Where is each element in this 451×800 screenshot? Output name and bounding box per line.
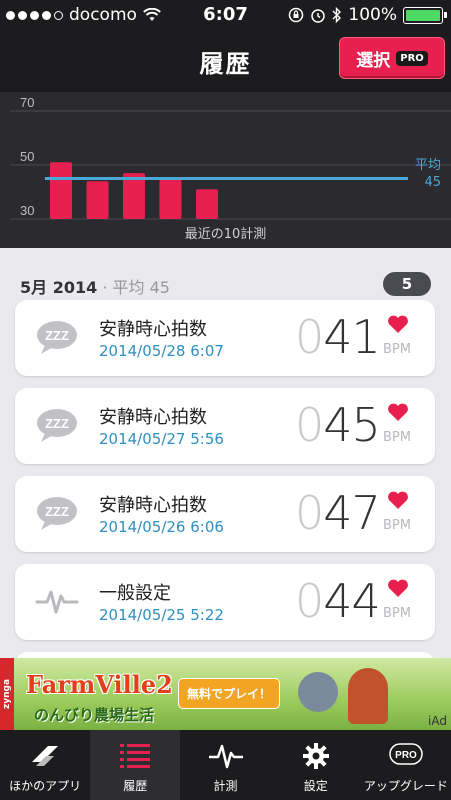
chart-bar xyxy=(86,181,109,219)
svg-text:ZZZ: ZZZ xyxy=(45,328,69,343)
chart-y-tick-label: 30 xyxy=(20,203,34,218)
ad-farmer-image xyxy=(348,668,388,724)
ad-cta-button[interactable]: 無料でプレイ！ xyxy=(178,678,281,709)
svg-text:PRO: PRO xyxy=(395,750,417,761)
bpm-leading-zero: 0 xyxy=(295,574,324,628)
tab-other-apps[interactable]: ほかのアプリ xyxy=(0,730,90,800)
svg-text:ZZZ: ZZZ xyxy=(45,416,69,431)
status-right-group: 100% xyxy=(288,5,447,25)
zzz-bubble-icon: ZZZ xyxy=(35,494,79,532)
iad-label: iAd xyxy=(428,714,447,728)
record-date: 2014/05/26 6:06 xyxy=(99,518,224,536)
gear-icon xyxy=(302,743,329,769)
status-bar: docomo 6:07 100% xyxy=(0,0,451,30)
bpm-unit: BPM xyxy=(383,518,411,533)
average-label: 平均 xyxy=(414,158,441,173)
history-record-card[interactable]: ZZZ 安静時心拍数 2014/05/28 6:07 041 BPM xyxy=(15,300,435,376)
ad-title: FarmVille2 xyxy=(26,670,173,699)
record-date: 2014/05/28 6:07 xyxy=(99,342,224,360)
alarm-icon xyxy=(311,9,326,23)
chart-x-label: 最近の10計測 xyxy=(184,227,267,242)
history-record-card[interactable]: ZZZ 安静時心拍数 2014/05/26 6:06 047 BPM xyxy=(15,476,435,552)
record-count-badge: 5 xyxy=(383,272,431,296)
tab-history[interactable]: 履歴 xyxy=(90,730,181,800)
heart-icon xyxy=(388,491,408,509)
battery-percent: 100% xyxy=(348,5,397,25)
section-separator: · xyxy=(97,278,113,297)
ad-subtitle: のんびり農場生活 xyxy=(34,706,155,724)
record-title: 安静時心拍数 xyxy=(99,407,207,428)
zzz-bubble-icon: ZZZ xyxy=(35,318,79,356)
record-bpm-value: 044 xyxy=(295,574,381,628)
ad-bird-image xyxy=(298,672,338,712)
bpm-unit: BPM xyxy=(383,430,411,445)
pulse-icon xyxy=(35,582,79,620)
pro-upgrade-icon: PRO xyxy=(389,743,423,765)
bpm-unit: BPM xyxy=(383,606,411,621)
heart-rate-chart: 70 50 30 最近の10計測 平均 45 xyxy=(0,92,451,248)
chart-bar xyxy=(159,178,182,219)
bpm-digits: 44 xyxy=(323,574,381,628)
select-button[interactable]: 選択 PRO xyxy=(339,37,445,79)
chart-y-tick-label: 70 xyxy=(20,95,34,110)
tab-label: 履歴 xyxy=(123,779,148,793)
measure-pulse-icon xyxy=(208,744,243,769)
select-button-label: 選択 xyxy=(356,50,391,71)
record-date: 2014/05/25 5:22 xyxy=(99,606,224,624)
tab-label: 設定 xyxy=(303,779,328,793)
tab-label: 計測 xyxy=(213,779,238,793)
heart-icon xyxy=(388,579,408,597)
bpm-digits: 45 xyxy=(323,398,381,452)
tab-label: アップグレード xyxy=(363,779,448,793)
bpm-unit: BPM xyxy=(383,342,411,357)
chart-y-tick-label: 50 xyxy=(20,149,34,164)
navigation-bar: 履歴 選択 PRO xyxy=(0,30,451,92)
zzz-bubble-icon: ZZZ xyxy=(35,406,79,444)
rotation-lock-icon xyxy=(289,7,304,23)
ad-banner[interactable]: zynga FarmVille2 のんびり農場生活 無料でプレイ！ iAd xyxy=(0,658,451,730)
history-record-card[interactable]: ZZZ 安静時心拍数 2014/05/27 5:56 045 BPM xyxy=(15,388,435,464)
section-title: 5月 2014 xyxy=(20,278,98,297)
chart-average-box: 平均 45 xyxy=(415,157,441,191)
other-apps-icon xyxy=(32,746,59,766)
tab-measure[interactable]: 計測 xyxy=(180,730,270,800)
tab-upgrade[interactable]: PRO アップグレード xyxy=(361,730,451,800)
record-title: 安静時心拍数 xyxy=(99,319,207,340)
history-record-card[interactable]: 一般設定 2014/05/25 5:22 044 BPM xyxy=(15,564,435,640)
record-bpm-value: 047 xyxy=(295,486,381,540)
bpm-digits: 41 xyxy=(323,310,381,364)
average-value: 45 xyxy=(424,175,441,190)
record-title: 安静時心拍数 xyxy=(99,495,207,516)
heart-icon xyxy=(388,403,408,421)
pro-badge: PRO xyxy=(396,50,428,66)
bpm-leading-zero: 0 xyxy=(295,486,324,540)
history-list[interactable]: 5月 2014 · 平均 45 5 ZZZ 安静時心拍数 2014/05/28 … xyxy=(0,248,451,658)
record-bpm-value: 041 xyxy=(295,310,381,364)
tab-settings[interactable]: 設定 xyxy=(271,730,361,800)
bpm-leading-zero: 0 xyxy=(295,310,324,364)
record-bpm-value: 045 xyxy=(295,398,381,452)
history-list-icon xyxy=(120,744,151,768)
heart-icon xyxy=(388,315,408,333)
bpm-leading-zero: 0 xyxy=(295,398,324,452)
bluetooth-icon xyxy=(332,7,342,23)
tab-bar: ほかのアプリ 履歴 計測 設定 PRO アップグレード xyxy=(0,730,451,800)
section-average: 平均 45 xyxy=(112,278,170,297)
bpm-digits: 47 xyxy=(323,486,381,540)
svg-text:ZZZ: ZZZ xyxy=(45,504,69,519)
record-date: 2014/05/27 5:56 xyxy=(99,430,224,448)
zynga-logo: zynga xyxy=(0,658,14,730)
section-header: 5月 2014 · 平均 45 xyxy=(20,274,170,298)
chart-bar xyxy=(196,189,218,219)
record-title: 一般設定 xyxy=(99,583,171,604)
tab-label: ほかのアプリ xyxy=(9,779,82,793)
battery-icon xyxy=(403,6,447,24)
chart-bar xyxy=(50,162,72,219)
